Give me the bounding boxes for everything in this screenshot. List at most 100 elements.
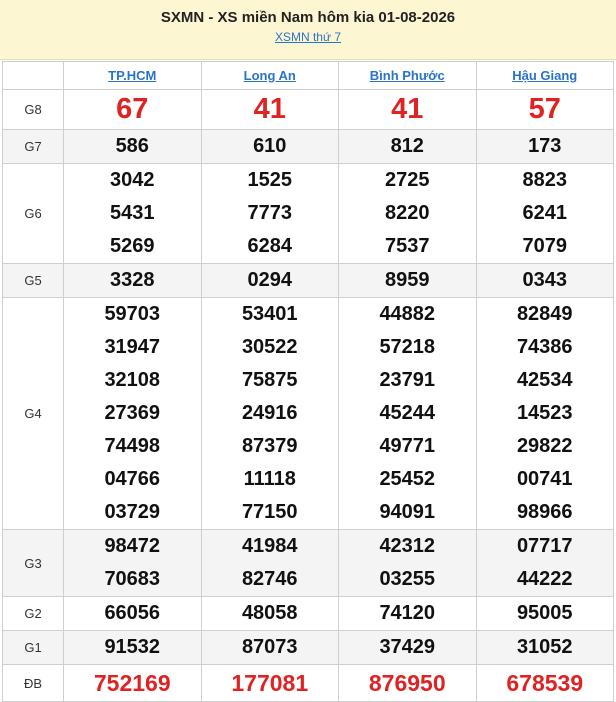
prize-number: 75875 — [241, 369, 298, 391]
xsmn-weekday-link[interactable]: XSMN thứ 7 — [275, 30, 341, 44]
prize-number: 70683 — [104, 568, 161, 590]
prize-label: G4 — [2, 297, 64, 530]
prize-cell: 8959 — [338, 263, 477, 298]
prize-number: 59703 — [104, 303, 161, 325]
prize-number: 98966 — [516, 501, 573, 523]
prize-number: 29822 — [516, 435, 573, 457]
prize-number: 87073 — [241, 636, 298, 658]
prize-cell: 0343 — [475, 263, 614, 298]
prize-cell: 66056 — [63, 596, 202, 631]
prize-number: 57218 — [379, 336, 436, 358]
prize-row: G7 586 610 812 173 — [2, 129, 614, 164]
prize-number: 74386 — [516, 336, 573, 358]
prize-number: 37429 — [379, 636, 436, 658]
prize-cell: 0294 — [200, 263, 339, 298]
prize-number: 49771 — [379, 435, 436, 457]
prize-row: G2 66056 48058 74120 95005 — [2, 596, 614, 631]
prize-number: 04766 — [104, 468, 161, 490]
prize-row: G6 3042 5431 5269 1525 7773 6284 2725 8220 7537 88… — [2, 163, 614, 264]
prize-number: 6241 — [522, 202, 568, 224]
prize-label: ĐB — [2, 664, 64, 702]
province-header: Hậu Giang — [475, 61, 614, 90]
prize-cell: 48058 — [200, 596, 339, 631]
province-link-hau-giang[interactable]: Hậu Giang — [512, 68, 577, 83]
prize-row: G1 91532 87073 37429 31052 — [2, 630, 614, 665]
prize-number: 8823 — [522, 169, 568, 191]
prize-number: 30522 — [241, 336, 298, 358]
prize-number: 8220 — [385, 202, 430, 224]
prize-number: 173 — [528, 135, 562, 157]
prize-label: G2 — [2, 596, 64, 631]
prize-cell: 586 — [63, 129, 202, 164]
results-header: SXMN - XS miền Nam hôm kia 01-08-2026 XS… — [0, 0, 616, 60]
prize-cell: 31052 — [475, 630, 614, 665]
prize-label: G1 — [2, 630, 64, 665]
prize-cell: 53401 30522 75875 24916 87379 11118 77150 — [200, 297, 339, 530]
prize-number: 6284 — [247, 235, 293, 257]
prize-cell: 91532 — [63, 630, 202, 665]
prize-number: 23791 — [379, 369, 436, 391]
province-link-binh-phuoc[interactable]: Bình Phước — [370, 68, 445, 83]
prize-number: 57 — [528, 93, 561, 125]
prize-cell: 752169 — [63, 664, 202, 702]
prize-cell: 610 — [200, 129, 339, 164]
prize-cell: 37429 — [338, 630, 477, 665]
prize-number: 42312 — [379, 535, 436, 557]
prize-number: 53401 — [241, 303, 298, 325]
prize-cell: 177081 — [200, 664, 339, 702]
prize-number: 0343 — [522, 269, 568, 291]
prize-cell: 44882 57218 23791 45244 49771 25452 94091 — [338, 297, 477, 530]
prize-number: 27369 — [104, 402, 161, 424]
prize-number: 44222 — [516, 568, 573, 590]
prize-number: 876950 — [368, 669, 446, 696]
prize-row: ĐB 752169 177081 876950 678539 — [2, 664, 614, 702]
prize-number: 25452 — [379, 468, 436, 490]
prize-number: 0294 — [247, 269, 293, 291]
prize-number: 41 — [391, 93, 424, 125]
prize-cell: 3328 — [63, 263, 202, 298]
province-link-tphcm[interactable]: TP.HCM — [108, 68, 156, 83]
province-header: Long An — [200, 61, 339, 90]
prize-number: 87379 — [241, 435, 298, 457]
prize-number: 77150 — [241, 501, 298, 523]
prize-number: 177081 — [231, 669, 309, 696]
prize-row: G5 3328 0294 8959 0343 — [2, 263, 614, 298]
prize-number: 5431 — [110, 202, 155, 224]
prize-number: 32108 — [104, 369, 161, 391]
prize-number: 91532 — [104, 636, 161, 658]
prize-cell: 42312 03255 — [338, 529, 477, 597]
province-header: TP.HCM — [63, 61, 202, 90]
prize-label: G8 — [2, 89, 64, 130]
prize-cell: 41 — [338, 89, 477, 130]
prize-number: 7079 — [522, 235, 568, 257]
prize-number: 812 — [390, 135, 424, 157]
province-header-row: TP.HCM Long An Bình Phước Hậu Giang — [2, 61, 614, 90]
corner-cell — [2, 61, 64, 90]
prize-number: 95005 — [516, 602, 573, 624]
prize-number: 48058 — [241, 602, 298, 624]
prize-cell: 41984 82746 — [200, 529, 339, 597]
prize-number: 7537 — [385, 235, 430, 257]
prize-number: 2725 — [385, 169, 430, 191]
prize-cell: 41 — [200, 89, 339, 130]
prize-number: 14523 — [516, 402, 573, 424]
prize-number: 1525 — [247, 169, 293, 191]
prize-number: 678539 — [506, 669, 584, 696]
prize-cell: 59703 31947 32108 27369 74498 04766 03729 — [63, 297, 202, 530]
prize-label: G5 — [2, 263, 64, 298]
prize-cell: 57 — [475, 89, 614, 130]
prize-cell: 876950 — [338, 664, 477, 702]
prize-number: 11118 — [243, 468, 296, 490]
prize-number: 41984 — [241, 535, 298, 557]
prize-label: G3 — [2, 529, 64, 597]
prize-number: 610 — [253, 135, 287, 157]
prize-cell: 87073 — [200, 630, 339, 665]
prize-cell: 678539 — [475, 664, 614, 702]
prize-number: 44882 — [379, 303, 436, 325]
prize-cell: 74120 — [338, 596, 477, 631]
prize-cell: 1525 7773 6284 — [200, 163, 339, 264]
prize-number: 45244 — [379, 402, 436, 424]
province-link-long-an[interactable]: Long An — [244, 68, 296, 83]
prize-row: G8 67 41 41 57 — [2, 89, 614, 130]
prize-number: 67 — [116, 93, 149, 125]
